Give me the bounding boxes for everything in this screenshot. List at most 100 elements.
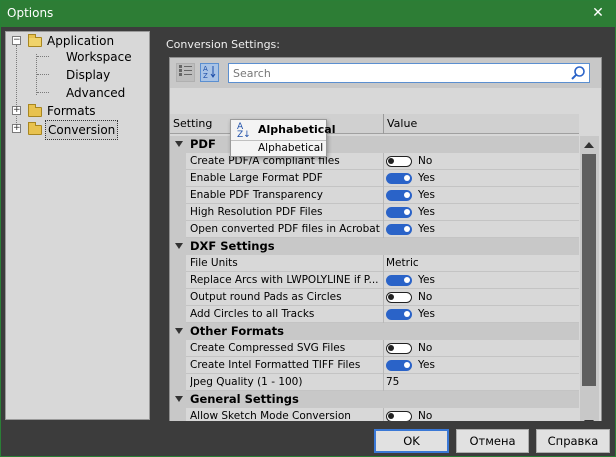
categorized-icon	[179, 65, 192, 76]
column-separator	[383, 221, 384, 238]
toggle-switch[interactable]	[386, 291, 412, 303]
property-value[interactable]: Yes	[386, 205, 435, 220]
property-row[interactable]: Create Compressed SVG Files No	[170, 340, 579, 357]
property-row[interactable]: Enable PDF Transparency Yes	[170, 187, 579, 204]
tooltip-title: Alphabetical	[258, 123, 336, 136]
property-value-text: Yes	[418, 172, 435, 184]
toggle-switch[interactable]	[386, 342, 412, 354]
column-separator	[383, 357, 384, 374]
toggle-switch[interactable]	[386, 274, 412, 286]
row-gutter	[170, 153, 186, 170]
scroll-thumb[interactable]	[582, 154, 596, 386]
property-value-text: Yes	[418, 206, 435, 218]
title-bar[interactable]: Options ✕	[1, 1, 615, 27]
row-gutter	[170, 221, 186, 238]
ok-button[interactable]: OK	[374, 429, 449, 453]
toggle-switch[interactable]	[386, 410, 412, 422]
property-row[interactable]: Create Intel Formatted TIFF Files Yes	[170, 357, 579, 374]
column-separator	[383, 272, 384, 289]
category-name: PDF	[190, 137, 216, 151]
tree-item-label: Display	[66, 68, 111, 82]
row-gutter	[170, 374, 186, 391]
category-header[interactable]: Other Formats	[170, 323, 579, 340]
tree-item-workspace[interactable]: Workspace	[66, 48, 132, 66]
search-icon[interactable]	[570, 65, 586, 81]
property-row[interactable]: Open converted PDF files in Acrobat Yes	[170, 221, 579, 238]
scroll-up-icon[interactable]	[584, 142, 594, 148]
property-value[interactable]: No	[386, 290, 432, 305]
property-value-text: No	[418, 342, 433, 354]
toggle-switch[interactable]	[386, 359, 412, 371]
property-value[interactable]: Metric	[386, 256, 419, 271]
property-value[interactable]: Yes	[386, 273, 435, 288]
section-label: Conversion Settings:	[166, 38, 280, 51]
expand-icon[interactable]: +	[12, 106, 21, 115]
toggle-switch[interactable]	[386, 189, 412, 201]
collapse-icon[interactable]	[175, 328, 183, 334]
property-value-text: 75	[386, 376, 400, 388]
property-value[interactable]: 75	[386, 375, 399, 390]
category-header[interactable]: General Settings	[170, 391, 579, 408]
property-value-text: No	[418, 155, 433, 167]
help-button[interactable]: Справка	[536, 429, 610, 453]
property-value[interactable]: Yes	[386, 188, 435, 203]
sort-mode-tooltip: A Z↓ Alphabetical Alphabetical	[230, 119, 336, 157]
column-divider[interactable]	[383, 114, 384, 134]
property-row[interactable]: Add Circles to all Tracks Yes	[170, 306, 579, 323]
property-value-text: Yes	[418, 223, 435, 235]
toggle-switch[interactable]	[386, 155, 412, 167]
row-gutter	[170, 170, 186, 187]
tree-item-advanced[interactable]: Advanced	[66, 84, 125, 102]
property-row[interactable]: High Resolution PDF Files Yes	[170, 204, 579, 221]
toggle-switch[interactable]	[386, 223, 412, 235]
column-separator	[383, 340, 384, 357]
row-gutter	[170, 306, 186, 323]
property-row[interactable]: Enable Large Format PDF Yes	[170, 170, 579, 187]
vertical-scrollbar[interactable]	[580, 136, 599, 432]
toggle-switch[interactable]	[386, 206, 412, 218]
property-name: Create Intel Formatted TIFF Files	[190, 359, 361, 371]
property-row[interactable]: Replace Arcs with LWPOLYLINE if P... Yes	[170, 272, 579, 289]
tooltip-description: Alphabetical	[231, 140, 326, 156]
collapse-icon[interactable]	[175, 243, 183, 249]
search-box[interactable]	[228, 63, 590, 83]
column-header-value[interactable]: Value	[387, 117, 417, 130]
column-separator	[383, 187, 384, 204]
column-separator	[383, 153, 384, 170]
property-row[interactable]: File Units Metric	[170, 255, 579, 272]
category-name: DXF Settings	[190, 239, 275, 253]
property-grid: A Z Setting Value	[169, 57, 602, 435]
collapse-icon[interactable]	[175, 141, 183, 147]
collapse-icon[interactable]	[175, 396, 183, 402]
folder-icon	[28, 122, 42, 135]
alphabetical-button[interactable]: A Z	[200, 63, 219, 82]
settings-grid: PDF Create PDF/A compliant files No Enable …	[170, 136, 579, 432]
categorized-button[interactable]	[176, 63, 195, 82]
property-name: Output round Pads as Circles	[190, 291, 342, 303]
property-value-text: Yes	[418, 359, 435, 371]
property-value[interactable]: No	[386, 341, 432, 356]
collapse-icon[interactable]: −	[12, 36, 21, 45]
property-name: Jpeg Quality (1 - 100)	[190, 376, 303, 388]
property-row[interactable]: Output round Pads as Circles No	[170, 289, 579, 306]
toggle-switch[interactable]	[386, 172, 412, 184]
tree-item-display[interactable]: Display	[66, 66, 110, 84]
toggle-switch[interactable]	[386, 308, 412, 320]
search-input[interactable]	[233, 66, 563, 81]
row-gutter	[170, 272, 186, 289]
property-name: Replace Arcs with LWPOLYLINE if P...	[190, 274, 379, 286]
category-header[interactable]: DXF Settings	[170, 238, 579, 255]
close-icon[interactable]: ✕	[589, 4, 607, 22]
expand-icon[interactable]: +	[12, 124, 21, 133]
property-value[interactable]: Yes	[386, 307, 435, 322]
cancel-button[interactable]: Отмена	[456, 429, 529, 453]
property-value[interactable]: No	[386, 154, 432, 169]
property-row[interactable]: Jpeg Quality (1 - 100) 75	[170, 374, 579, 391]
tree-item-label: Formats	[47, 104, 96, 118]
property-value[interactable]: Yes	[386, 222, 435, 237]
property-value[interactable]: Yes	[386, 358, 435, 373]
property-value[interactable]: Yes	[386, 171, 435, 186]
column-header-setting[interactable]: Setting	[173, 117, 212, 130]
folder-open-icon	[28, 34, 42, 47]
tree-line	[16, 45, 17, 131]
